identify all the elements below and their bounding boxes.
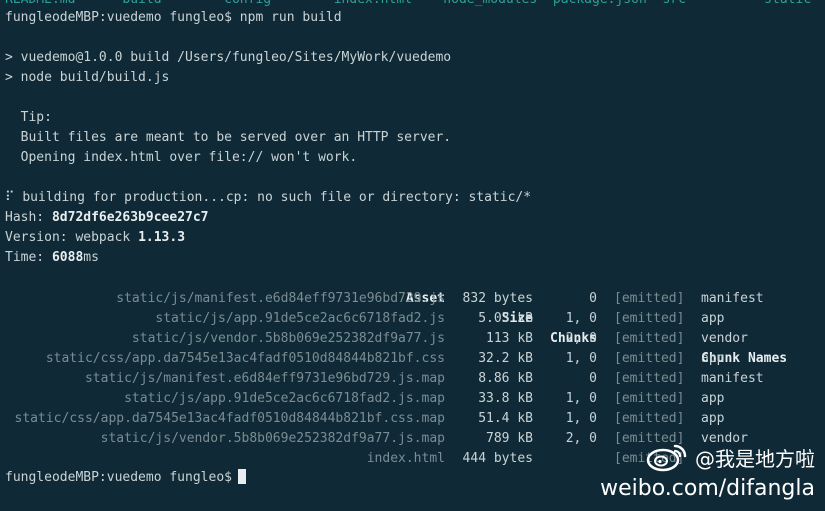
status-cell: [emitted] bbox=[614, 371, 685, 386]
build-command: fungleodeMBP:vuedemo fungleo$ npm run bu… bbox=[5, 10, 342, 25]
size-cell: 51.4 kB bbox=[478, 411, 533, 426]
chunk-name-cell: manifest bbox=[701, 371, 764, 386]
final-prompt-line[interactable]: fungleodeMBP:vuedemo fungleo$ bbox=[5, 469, 246, 487]
size-cell: 5.03 kB bbox=[478, 311, 533, 326]
asset-cell: index.html bbox=[366, 451, 445, 466]
table-row: static/js/vendor.5b8b069e252382df9a77.js… bbox=[0, 329, 825, 349]
time-line: Time: 6088ms bbox=[5, 249, 99, 267]
version-line: Version: webpack 1.13.3 bbox=[5, 229, 185, 247]
table-row: static/js/manifest.e6d84eff9731e96bd729.… bbox=[0, 289, 825, 309]
chunk-name-cell: app bbox=[701, 311, 725, 326]
asset-cell: static/js/manifest.e6d84eff9731e96bd729.… bbox=[116, 291, 445, 306]
weibo-icon bbox=[646, 444, 687, 472]
hash-line: Hash: 8d72df6e263b9cee27c7 bbox=[5, 209, 209, 227]
watermark-handle: @我是地方啦 bbox=[695, 446, 815, 471]
asset-cell: static/js/app.91de5ce2ac6c6718fad2.js.ma… bbox=[124, 391, 445, 406]
table-row: static/js/app.91de5ce2ac6c6718fad2.js 5.0… bbox=[0, 309, 825, 329]
status-cell: [emitted] bbox=[614, 331, 685, 346]
size-cell: 32.2 kB bbox=[478, 351, 533, 366]
chunks-cell: 2, 0 bbox=[565, 331, 597, 346]
hash-label: Hash: bbox=[5, 210, 52, 225]
tip-line-2: Opening index.html over file:// won't wo… bbox=[5, 150, 358, 165]
status-cell: [emitted] bbox=[614, 411, 685, 426]
time-label: Time: bbox=[5, 250, 52, 265]
size-cell: 33.8 kB bbox=[478, 391, 533, 406]
watermark: @我是地方啦 weibo.com/difangla bbox=[600, 442, 815, 501]
version-label: Version: webpack bbox=[5, 230, 139, 245]
asset-cell: static/js/app.91de5ce2ac6c6718fad2.js bbox=[155, 311, 445, 326]
table-row: static/js/manifest.e6d84eff9731e96bd729.… bbox=[0, 369, 825, 389]
chunks-cell: 1, 0 bbox=[565, 351, 597, 366]
chunk-name-cell: vendor bbox=[701, 331, 748, 346]
chunks-cell: 2, 0 bbox=[565, 431, 597, 446]
final-prompt: fungleodeMBP:vuedemo fungleo$ bbox=[5, 470, 232, 485]
size-cell: 113 kB bbox=[486, 331, 533, 346]
asset-cell: static/js/vendor.5b8b069e252382df9a77.js… bbox=[100, 431, 445, 446]
terminal-cursor bbox=[237, 469, 246, 484]
npm-script-line: > vuedemo@1.0.0 build /Users/fungleo/Sit… bbox=[5, 50, 452, 65]
watermark-handle-row: @我是地方啦 bbox=[600, 442, 815, 472]
time-unit: ms bbox=[83, 250, 99, 265]
tip-line-1: Built files are meant to be served over … bbox=[5, 130, 452, 145]
status-cell: [emitted] bbox=[614, 291, 685, 306]
size-cell: 832 bytes bbox=[462, 291, 533, 306]
chunks-cell: 1, 0 bbox=[565, 311, 597, 326]
chunks-cell: 0 bbox=[589, 291, 597, 306]
chunks-cell: 1, 0 bbox=[565, 391, 597, 406]
chunk-name-cell: app bbox=[701, 391, 725, 406]
chunk-name-cell: manifest bbox=[701, 291, 764, 306]
tip-label: Tip: bbox=[5, 110, 52, 125]
size-cell: 444 bytes bbox=[462, 451, 533, 466]
asset-cell: static/js/manifest.e6d84eff9731e96bd729.… bbox=[84, 371, 445, 386]
asset-cell: static/css/app.da7545e13ac4fadf0510d8484… bbox=[14, 411, 445, 426]
watermark-url: weibo.com/difangla bbox=[600, 476, 815, 501]
table-row: static/css/app.da7545e13ac4fadf0510d8484… bbox=[0, 349, 825, 369]
chunks-cell: 0 bbox=[589, 371, 597, 386]
version-value: 1.13.3 bbox=[138, 230, 186, 245]
chunks-cell: 1, 0 bbox=[565, 411, 597, 426]
building-line: ⠏ building for production...cp: no such … bbox=[5, 190, 532, 205]
asset-cell: static/css/app.da7545e13ac4fadf0510d8484… bbox=[45, 351, 445, 366]
size-cell: 8.86 kB bbox=[478, 371, 533, 386]
status-cell: [emitted] bbox=[614, 391, 685, 406]
ls-output: README.md build config index.html node_m… bbox=[5, 0, 811, 9]
build-assets-table: Asset Size Chunks Chunk Names static/js/… bbox=[0, 269, 825, 469]
table-row: static/js/app.91de5ce2ac6c6718fad2.js.ma… bbox=[0, 389, 825, 409]
asset-cell: static/js/vendor.5b8b069e252382df9a77.js bbox=[131, 331, 445, 346]
status-cell: [emitted] bbox=[614, 351, 685, 366]
table-header-row: Asset Size Chunks Chunk Names bbox=[0, 269, 825, 366]
table-row: static/css/app.da7545e13ac4fadf0510d8484… bbox=[0, 409, 825, 429]
hash-value: 8d72df6e263b9cee27c7 bbox=[51, 210, 209, 225]
terminal-window[interactable]: README.md build config index.html node_m… bbox=[0, 0, 825, 511]
chunk-name-cell: app bbox=[701, 411, 725, 426]
status-cell: [emitted] bbox=[614, 311, 685, 326]
size-cell: 789 kB bbox=[486, 431, 533, 446]
time-value: 6088 bbox=[51, 250, 84, 265]
chunk-name-cell: app bbox=[701, 351, 725, 366]
npm-node-line: > node build/build.js bbox=[5, 70, 170, 85]
